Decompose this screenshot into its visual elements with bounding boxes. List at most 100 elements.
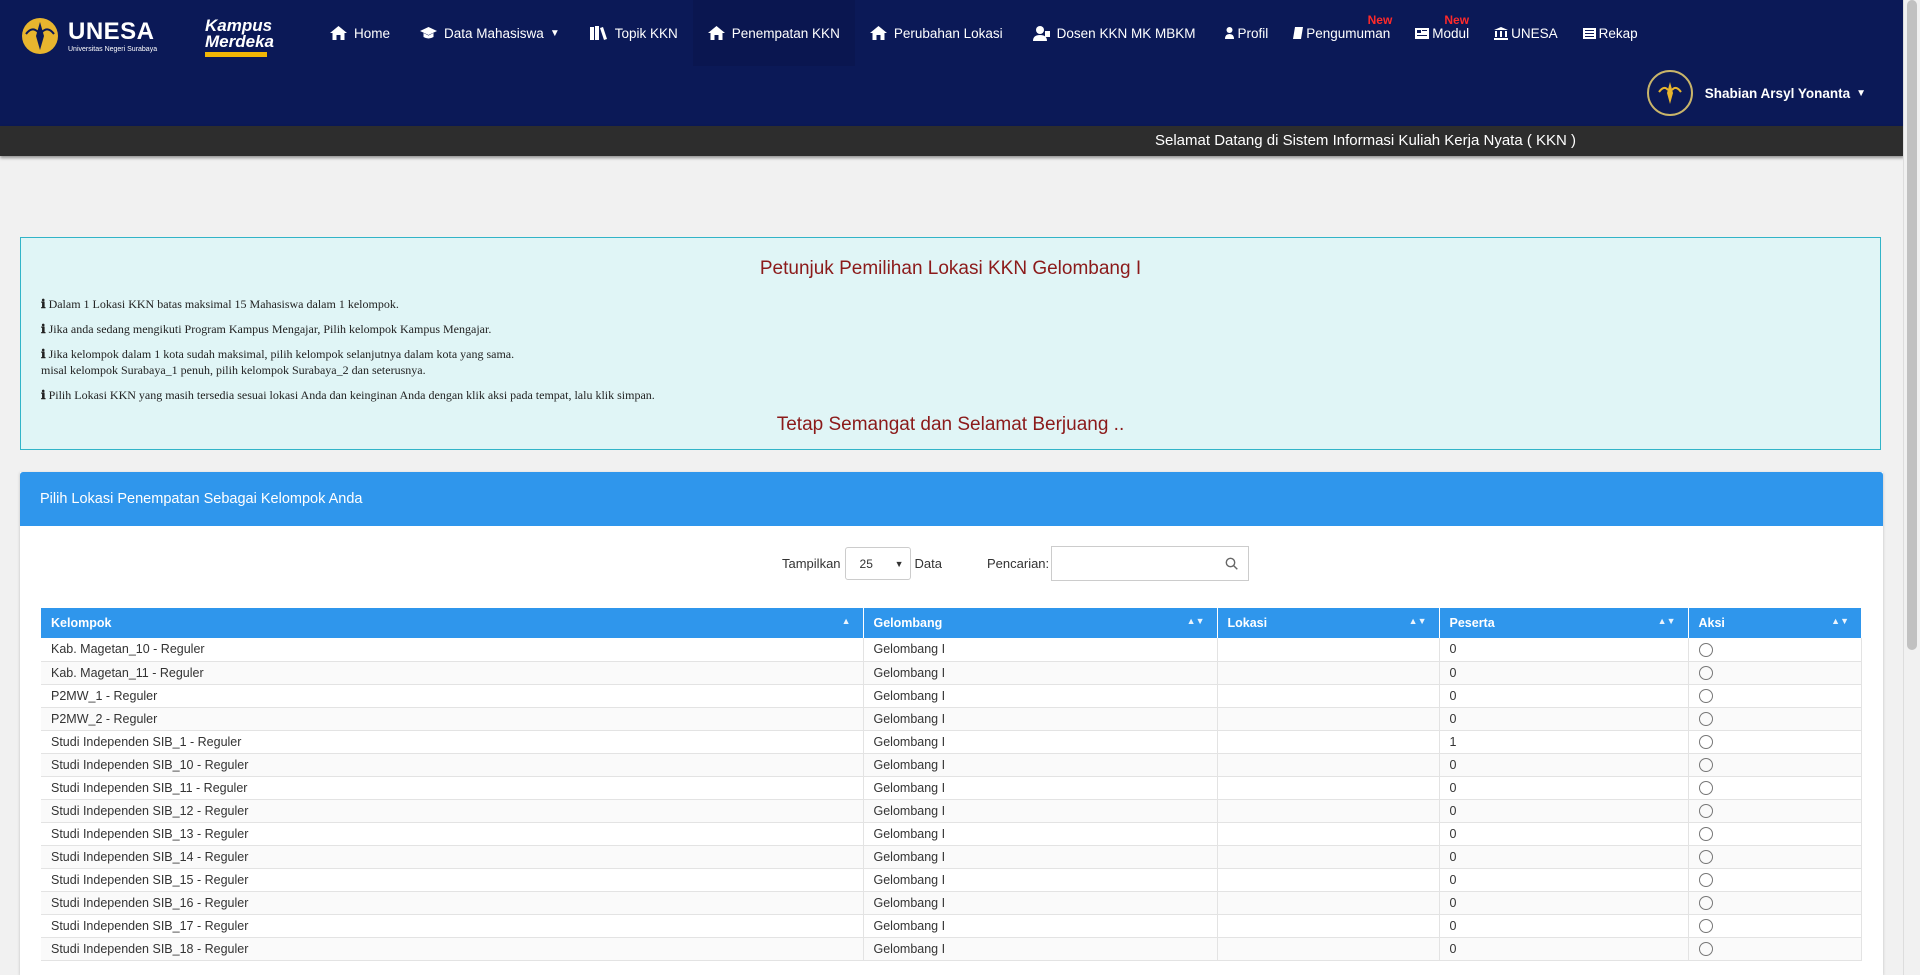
search-icon[interactable] — [1225, 557, 1238, 570]
select-radio[interactable] — [1698, 826, 1713, 841]
select-radio[interactable] — [1698, 849, 1713, 864]
table-row: P2MW_1 - Reguler Gelombang I 0 — [41, 684, 1862, 708]
nav-unesa-label: UNESA — [1511, 25, 1558, 41]
cell-peserta: 0 — [1439, 776, 1689, 800]
select-radio[interactable] — [1698, 918, 1713, 933]
instructions-title: Petunjuk Pemilihan Lokasi KKN Gelombang … — [759, 258, 1142, 279]
nav-dosen-kkn[interactable]: Dosen KKN MK MBKM — [1018, 0, 1211, 66]
institution-icon — [1494, 26, 1509, 40]
user-tie-icon — [1032, 25, 1050, 41]
cell-aksi — [1688, 914, 1862, 938]
cell-aksi — [1688, 638, 1862, 662]
cell-gelombang: Gelombang I — [863, 937, 1218, 961]
nav-modul[interactable]: Modul New — [1400, 0, 1479, 66]
select-radio[interactable] — [1698, 895, 1713, 910]
nav-profil[interactable]: Profil — [1210, 0, 1278, 66]
table-row: P2MW_2 - Reguler Gelombang I 0 — [41, 707, 1862, 731]
select-radio[interactable] — [1698, 872, 1713, 887]
cell-gelombang: Gelombang I — [863, 891, 1218, 915]
nav-rekap-label: Rekap — [1598, 25, 1638, 41]
cell-gelombang: Gelombang I — [863, 638, 1218, 662]
search-box — [1051, 546, 1250, 581]
page-size-value: 25 — [859, 556, 873, 571]
cell-aksi — [1688, 868, 1862, 892]
nav-perubahan-lokasi-label: Perubahan Lokasi — [893, 25, 1003, 41]
select-radio[interactable] — [1698, 711, 1713, 726]
newspaper-icon — [1415, 27, 1430, 39]
top-navbar: UNESA Universitas Negeri Surabaya Kampus… — [0, 0, 1904, 126]
panel-title: Pilih Lokasi Penempatan Sebagai Kelompok… — [20, 472, 1883, 526]
cell-kelompok: Studi Independen SIB_13 - Reguler — [41, 822, 864, 846]
cell-lokasi — [1217, 730, 1440, 754]
instructions-list: ℹ Dalam 1 Lokasi KKN batas maksimal 15 M… — [41, 297, 1880, 402]
cell-lokasi — [1217, 914, 1440, 938]
nav-rekap[interactable]: Rekap — [1568, 0, 1648, 66]
select-radio[interactable] — [1698, 803, 1713, 818]
select-radio[interactable] — [1698, 780, 1713, 795]
sort-asc-icon: ▲ — [841, 616, 851, 626]
cell-gelombang: Gelombang I — [863, 684, 1218, 708]
cell-kelompok: Studi Independen SIB_1 - Reguler — [41, 730, 864, 754]
cell-lokasi — [1217, 684, 1440, 708]
cell-aksi — [1688, 799, 1862, 823]
cell-kelompok: Kab. Magetan_10 - Reguler — [41, 638, 864, 662]
select-radio[interactable] — [1698, 642, 1713, 657]
partner-tag-bar — [205, 52, 267, 58]
book-icon — [589, 26, 607, 40]
table-row: Studi Independen SIB_12 - Reguler Gelomba… — [41, 799, 1862, 823]
cell-peserta: 0 — [1439, 707, 1689, 731]
chevron-down-icon: ▼ — [549, 27, 560, 39]
nav-pengumuman[interactable]: Pengumuman New — [1278, 0, 1400, 66]
table-row: Kab. Magetan_10 - Reguler Gelombang I 0 — [41, 638, 1862, 662]
table-row: Studi Independen SIB_10 - Reguler Gelomba… — [41, 753, 1862, 777]
select-radio[interactable] — [1698, 734, 1713, 749]
col-gelombang[interactable]: Gelombang ▲▼ — [863, 608, 1218, 638]
user-menu[interactable]: Shabian Arsyl Yonanta ▼ — [1646, 70, 1866, 116]
unesa-logo[interactable]: UNESA Universitas Negeri Surabaya — [20, 16, 157, 56]
page-size-select[interactable]: 25 ▼ — [844, 547, 911, 580]
nav-unesa[interactable]: UNESA — [1479, 0, 1568, 66]
cell-lokasi — [1217, 937, 1440, 961]
cell-kelompok: Studi Independen SIB_16 - Reguler — [41, 891, 864, 915]
info-icon: ℹ — [41, 297, 46, 311]
cell-lokasi — [1217, 845, 1440, 869]
cell-gelombang: Gelombang I — [863, 914, 1218, 938]
new-badge: New — [1444, 13, 1470, 27]
instruction-item-continued: misal kelompok Surabaya_1 penuh, pilih k… — [41, 362, 426, 377]
search-input[interactable] — [1058, 547, 1223, 580]
page-scrollbar[interactable] — [1903, 0, 1920, 975]
brand-subtitle: Universitas Negeri Surabaya — [68, 45, 158, 53]
cell-kelompok: P2MW_1 - Reguler — [41, 684, 864, 708]
table-row: Kab. Magetan_11 - Reguler Gelombang I 0 — [41, 661, 1862, 685]
nav-topik-kkn[interactable]: Topik KKN — [575, 0, 693, 66]
table-row: Studi Independen SIB_16 - Reguler Gelomba… — [41, 891, 1862, 915]
cell-gelombang: Gelombang I — [863, 776, 1218, 800]
select-radio[interactable] — [1698, 941, 1713, 956]
col-peserta[interactable]: Peserta ▲▼ — [1439, 608, 1689, 638]
col-lokasi[interactable]: Lokasi ▲▼ — [1217, 608, 1440, 638]
nav-home[interactable]: Home — [315, 0, 405, 66]
col-kelompok[interactable]: Kelompok ▲ — [41, 608, 864, 638]
cell-kelompok: Studi Independen SIB_18 - Reguler — [41, 937, 864, 961]
nav-perubahan-lokasi[interactable]: Perubahan Lokasi — [855, 0, 1018, 66]
nav-home-label: Home — [354, 25, 391, 41]
table-row: Studi Independen SIB_15 - Reguler Gelomba… — [41, 868, 1862, 892]
select-radio[interactable] — [1698, 665, 1713, 680]
cell-peserta: 0 — [1439, 914, 1689, 938]
cell-lokasi — [1217, 822, 1440, 846]
nav-data-mahasiswa[interactable]: Data Mahasiswa ▼ — [405, 0, 575, 66]
scrollbar-thumb[interactable] — [1907, 0, 1917, 650]
cell-lokasi — [1217, 868, 1440, 892]
col-aksi[interactable]: Aksi ▲▼ — [1688, 608, 1862, 638]
cell-peserta: 0 — [1439, 822, 1689, 846]
select-radio[interactable] — [1698, 757, 1713, 772]
nav-penempatan-kkn[interactable]: Penempatan KKN — [692, 0, 855, 66]
cell-kelompok: Studi Independen SIB_10 - Reguler — [41, 753, 864, 777]
cell-gelombang: Gelombang I — [863, 730, 1218, 754]
table-row: Studi Independen SIB_14 - Reguler Gelomba… — [41, 845, 1862, 869]
table-row: Studi Independen SIB_18 - Reguler Gelomba… — [41, 937, 1862, 961]
select-radio[interactable] — [1698, 688, 1713, 703]
cell-peserta: 0 — [1439, 638, 1689, 662]
partner-line2: Merdeka — [205, 32, 274, 52]
home-icon — [707, 26, 725, 40]
